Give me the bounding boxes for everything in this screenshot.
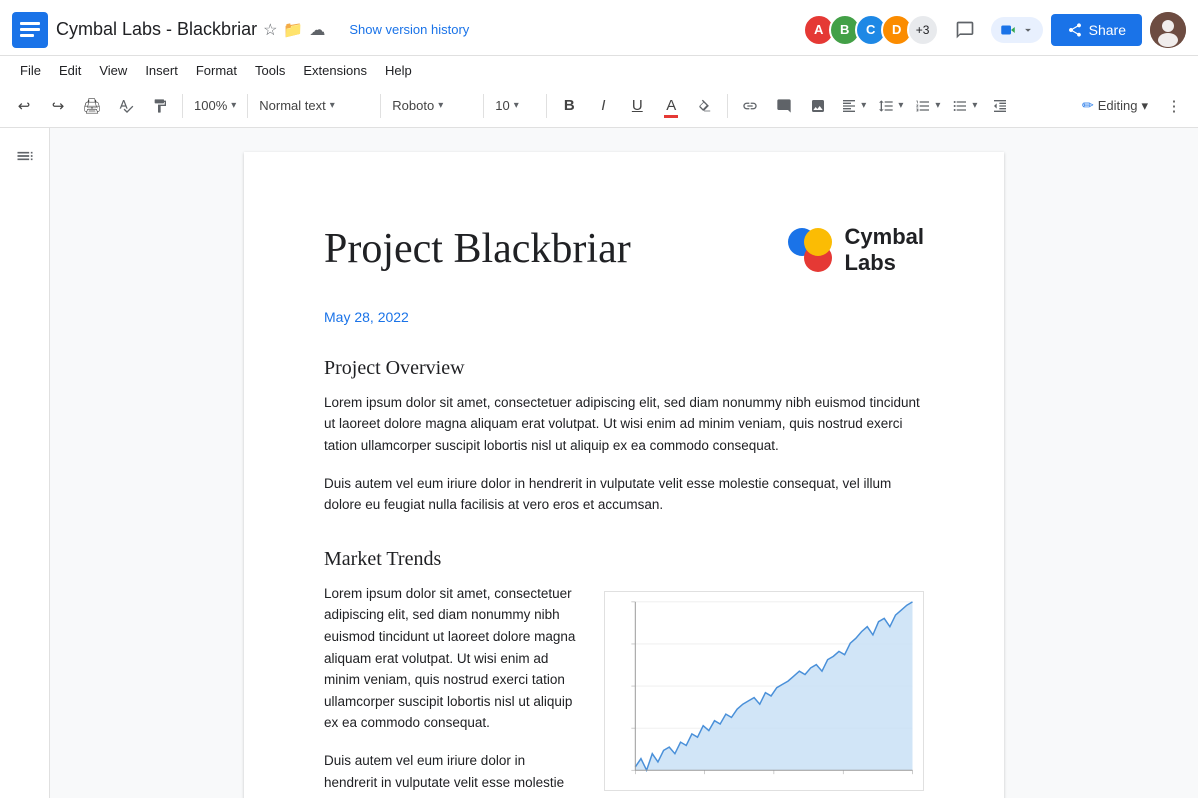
menu-help[interactable]: Help (377, 59, 420, 82)
user-avatar[interactable] (1150, 12, 1186, 48)
outline-button[interactable] (9, 140, 41, 172)
meet-button[interactable] (991, 17, 1043, 43)
indent-button[interactable] (984, 90, 1016, 122)
toolbar: ↩ ↪ 🖨 100% ▾ Normal text ▾ Roboto ▾ 10 ▾… (0, 84, 1198, 128)
undo-button[interactable]: ↩ (8, 90, 40, 122)
zoom-arrow: ▾ (231, 100, 236, 111)
menu-tools[interactable]: Tools (247, 59, 293, 82)
style-select[interactable]: Normal text ▾ (254, 90, 374, 122)
main-area: Project Blackbriar Cymbal Labs May 28, 2… (0, 128, 1198, 798)
font-arrow: ▾ (438, 100, 443, 111)
cymbal-label: Cymbal Labs (845, 224, 924, 277)
insert-image-button[interactable] (802, 90, 834, 122)
italic-button[interactable]: I (587, 90, 619, 122)
insert-comment-button[interactable] (768, 90, 800, 122)
highlight-button[interactable] (689, 90, 721, 122)
spacing-arrow: ▾ (898, 100, 903, 111)
avatar-count[interactable]: +3 (907, 14, 939, 46)
market-text: Lorem ipsum dolor sit amet, consectetuer… (324, 583, 580, 798)
document-page: Project Blackbriar Cymbal Labs May 28, 2… (244, 152, 1004, 798)
market-chart (604, 591, 924, 791)
overview-paragraph-2: Duis autem vel eum iriure dolor in hendr… (324, 473, 924, 516)
share-label: Share (1089, 22, 1126, 38)
menu-bar: File Edit View Insert Format Tools Exten… (0, 56, 1198, 84)
spacing-select[interactable]: ▾ (873, 90, 908, 122)
menu-extensions[interactable]: Extensions (295, 59, 375, 82)
star-icon[interactable]: ☆ (263, 20, 277, 40)
share-button[interactable]: Share (1051, 14, 1142, 46)
separator-5 (546, 94, 547, 118)
print-button[interactable]: 🖨 (76, 90, 108, 122)
overview-heading: Project Overview (324, 357, 924, 380)
overview-paragraph-1: Lorem ipsum dolor sit amet, consectetuer… (324, 392, 924, 457)
paint-format-button[interactable] (144, 90, 176, 122)
menu-insert[interactable]: Insert (137, 59, 186, 82)
align-arrow: ▾ (861, 100, 866, 111)
editing-label: Editing (1098, 98, 1138, 113)
separator-1 (182, 94, 183, 118)
version-history-button[interactable]: Show version history (349, 22, 469, 37)
section-market: Market Trends Lorem ipsum dolor sit amet… (324, 548, 924, 798)
editing-arrow: ▾ (1141, 98, 1148, 114)
numbered-list-select[interactable]: ▾ (910, 90, 945, 122)
chart-svg (604, 591, 924, 791)
bullet-list-arrow: ▾ (972, 100, 977, 111)
underline-button[interactable]: U (621, 90, 653, 122)
edit-icon: ✏ (1082, 97, 1094, 114)
market-heading: Market Trends (324, 548, 924, 571)
document-area[interactable]: Project Blackbriar Cymbal Labs May 28, 2… (50, 128, 1198, 798)
document-date: May 28, 2022 (324, 309, 924, 325)
doc-title-area: Cymbal Labs - Blackbriar ☆ 📁 ☁ (56, 19, 325, 40)
section-overview: Project Overview Lorem ipsum dolor sit a… (324, 357, 924, 516)
zoom-select[interactable]: 100% ▾ (189, 90, 241, 122)
market-paragraph-1: Lorem ipsum dolor sit amet, consectetuer… (324, 583, 580, 734)
separator-6 (727, 94, 728, 118)
cymbal-logo: Cymbal Labs (785, 224, 924, 277)
insert-link-button[interactable] (734, 90, 766, 122)
align-select[interactable]: ▾ (836, 90, 871, 122)
document-header: Project Blackbriar Cymbal Labs (324, 224, 924, 277)
spellcheck-button[interactable] (110, 90, 142, 122)
doc-title-row: Cymbal Labs - Blackbriar ☆ 📁 ☁ (56, 19, 325, 40)
redo-button[interactable]: ↪ (42, 90, 74, 122)
document-main-title: Project Blackbriar (324, 224, 631, 274)
cymbal-icon (785, 225, 835, 275)
font-size-select[interactable]: 10 ▾ (490, 90, 540, 122)
separator-4 (483, 94, 484, 118)
more-options-button[interactable]: ⋮ (1158, 90, 1190, 122)
app-icon (12, 12, 48, 48)
menu-file[interactable]: File (12, 59, 49, 82)
avatar-group: A B C D +3 (803, 14, 939, 46)
cloud-icon[interactable]: ☁ (309, 20, 325, 40)
folder-icon[interactable]: 📁 (283, 20, 303, 40)
market-content: Lorem ipsum dolor sit amet, consectetuer… (324, 583, 924, 798)
sidebar (0, 128, 50, 798)
text-color-button[interactable]: A (655, 90, 687, 122)
right-controls: A B C D +3 Share (803, 12, 1186, 48)
top-bar: Cymbal Labs - Blackbriar ☆ 📁 ☁ Show vers… (0, 0, 1198, 56)
bullet-list-select[interactable]: ▾ (947, 90, 982, 122)
num-list-arrow: ▾ (935, 100, 940, 111)
cymbal-name: Cymbal (845, 224, 924, 250)
menu-view[interactable]: View (91, 59, 135, 82)
menu-format[interactable]: Format (188, 59, 245, 82)
market-paragraph-2: Duis autem vel eum iriure dolor in hendr… (324, 750, 580, 798)
menu-edit[interactable]: Edit (51, 59, 89, 82)
cymbal-sub: Labs (845, 250, 924, 276)
style-arrow: ▾ (330, 100, 335, 111)
editing-mode-button[interactable]: ✏ Editing ▾ (1074, 93, 1156, 118)
separator-3 (380, 94, 381, 118)
document-title[interactable]: Cymbal Labs - Blackbriar (56, 19, 257, 40)
font-select[interactable]: Roboto ▾ (387, 90, 477, 122)
bold-button[interactable]: B (553, 90, 585, 122)
size-arrow: ▾ (514, 100, 519, 111)
chat-button[interactable] (947, 12, 983, 48)
separator-2 (247, 94, 248, 118)
